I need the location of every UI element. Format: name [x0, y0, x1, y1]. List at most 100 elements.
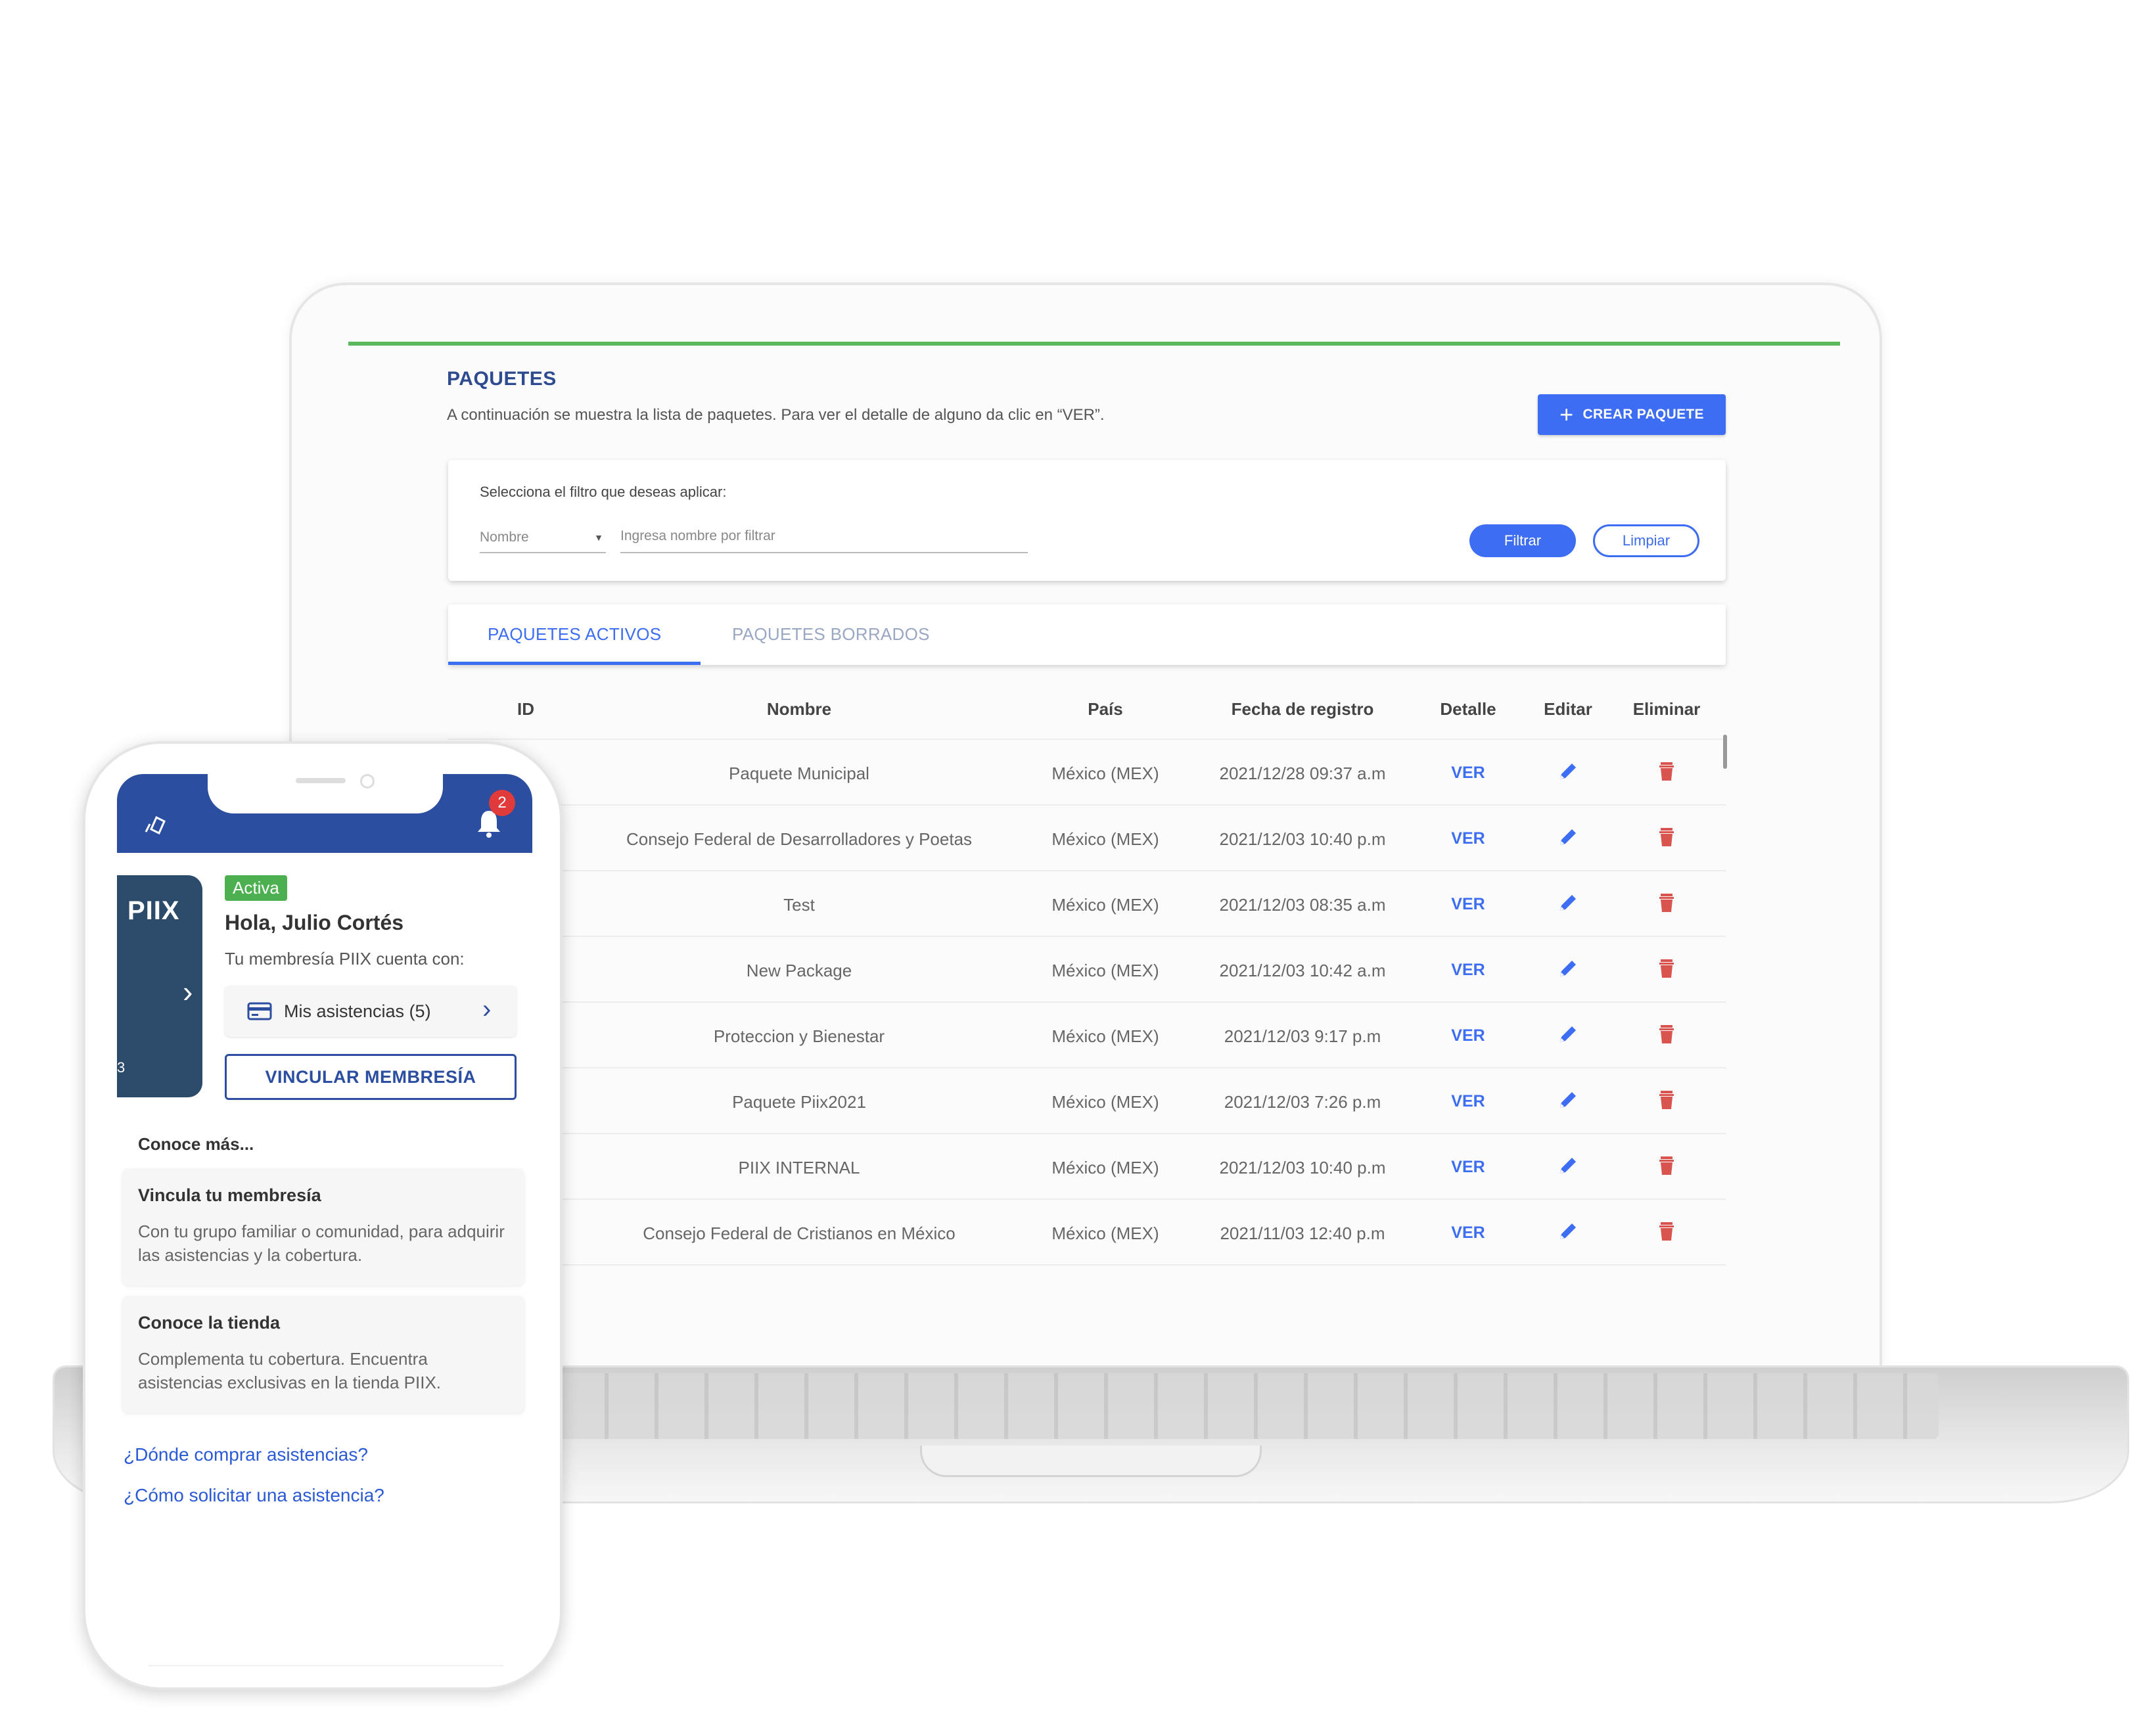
membership-card[interactable]: PIIX › 3 [117, 875, 202, 1097]
home-indicator [149, 1665, 503, 1666]
cell-date: 2021/12/03 10:42 a.m [1219, 961, 1386, 980]
link-membership-button[interactable]: VINCULAR MEMBRESÍA [225, 1054, 517, 1100]
cell-date: 2021/12/03 7:26 p.m [1224, 1092, 1381, 1112]
link-how-to-request[interactable]: ¿Cómo solicitar una asistencia? [124, 1485, 384, 1506]
laptop-keyboard [559, 1373, 1939, 1439]
view-detail-link[interactable]: VER [1451, 1223, 1485, 1243]
phone-speaker [296, 778, 346, 783]
table-row: Proteccion y Bienestar México (MEX) 2021/1… [448, 1003, 1726, 1068]
column-header-name: Nombre [766, 699, 832, 719]
cell-name: Proteccion y Bienestar [713, 1026, 885, 1046]
trash-icon[interactable] [1655, 760, 1678, 783]
section-title: Conoce más... [138, 1134, 254, 1154]
view-detail-link[interactable]: VER [1451, 1092, 1485, 1111]
view-detail-link[interactable]: VER [1451, 895, 1485, 914]
create-package-label: CREAR PAQUETE [1582, 407, 1704, 422]
info-card-link-membership[interactable]: Vincula tu membresía Con tu grupo famili… [122, 1168, 524, 1285]
laptop-notch [920, 1446, 1262, 1477]
table-row: 3New PackageMéxico (MEX)2021/12/03 10:42… [448, 937, 1726, 1003]
pencil-icon[interactable] [1556, 1022, 1580, 1046]
info-card-store[interactable]: Conoce la tienda Complementa tu cobertur… [122, 1296, 524, 1413]
cell-date: 2021/12/28 09:37 a.m [1219, 764, 1386, 783]
pencil-icon[interactable] [1556, 1154, 1580, 1177]
view-detail-link[interactable]: VER [1451, 1158, 1485, 1177]
trash-icon[interactable] [1655, 1088, 1678, 1112]
cell-name: New Package [746, 961, 852, 980]
cell-country: México (MEX) [1051, 1026, 1159, 1046]
trash-icon[interactable] [1655, 957, 1678, 980]
table-scrollbar[interactable] [1723, 735, 1727, 769]
status-badge: Activa [225, 875, 287, 901]
plus-icon: + [1559, 401, 1574, 428]
app-logo-icon[interactable] [142, 810, 171, 838]
table-row: 21Consejo Federal de Desarrolladores y P… [448, 806, 1726, 871]
filter-search-input[interactable]: Ingresa nombre por filtrar [620, 523, 1028, 553]
phone-camera [360, 774, 375, 788]
link-where-to-buy[interactable]: ¿Dónde comprar asistencias? [124, 1444, 368, 1465]
column-header-country: País [1088, 699, 1123, 719]
column-header-date: Fecha de registro [1231, 699, 1374, 719]
cell-country: México (MEX) [1051, 829, 1159, 849]
cell-country: México (MEX) [1051, 1223, 1159, 1243]
tab-active-packages[interactable]: PAQUETES ACTIVOS [488, 624, 661, 645]
filter-field-select[interactable]: Nombre ▼ [480, 523, 606, 553]
credit-card-icon [247, 1002, 272, 1020]
top-accent-bar [348, 342, 1840, 346]
trash-icon[interactable] [1655, 1154, 1678, 1177]
trash-icon[interactable] [1655, 1220, 1678, 1243]
info-card-description: Complementa tu cobertura. Encuentra asis… [138, 1349, 442, 1392]
cell-date: 2021/12/03 10:40 p.m [1219, 829, 1386, 849]
my-assistances-button[interactable]: Mis asistencias (5) › [225, 986, 517, 1037]
table-row: 21Consejo Federal de Cristianos en Méxic… [448, 1200, 1726, 1266]
trash-icon[interactable] [1655, 1022, 1678, 1046]
trash-icon[interactable] [1655, 891, 1678, 915]
cell-country: México (MEX) [1051, 1158, 1159, 1177]
card-brand: PIIX [127, 896, 180, 925]
packages-table: ID Nombre País Fecha de registro Detalle… [448, 677, 1726, 1266]
cell-date: 2021/11/03 12:40 p.m [1220, 1223, 1385, 1243]
cell-country: México (MEX) [1051, 961, 1159, 980]
card-digit: 3 [117, 1059, 126, 1076]
notification-badge: 2 [489, 790, 515, 816]
pencil-icon[interactable] [1556, 891, 1580, 915]
table-row: 021PIIX INTERNALMéxico (MEX)2021/12/03 1… [448, 1134, 1726, 1200]
column-header-edit: Editar [1544, 699, 1592, 719]
chevron-right-icon: › [482, 995, 492, 1024]
page-description: A continuación se muestra la lista de pa… [447, 406, 1105, 424]
pencil-icon[interactable] [1556, 825, 1580, 849]
active-tab-indicator [448, 662, 701, 665]
create-package-button[interactable]: + CREAR PAQUETE [1538, 394, 1726, 435]
filter-button[interactable]: Filtrar [1469, 524, 1576, 557]
cell-date: 2021/12/03 10:40 p.m [1219, 1158, 1386, 1177]
view-detail-link[interactable]: VER [1451, 829, 1485, 848]
pencil-icon[interactable] [1556, 1220, 1580, 1243]
phone-notch [208, 767, 443, 813]
admin-screen: PAQUETES A continuación se muestra la li… [348, 342, 1840, 1288]
trash-icon[interactable] [1655, 825, 1678, 849]
clear-button[interactable]: Limpiar [1593, 524, 1699, 557]
tabs-bar: PAQUETES ACTIVOS PAQUETES BORRADOS [448, 605, 1726, 665]
cell-name: Consejo Federal de Desarrolladores y Poe… [626, 829, 973, 849]
info-card-description: Con tu grupo familiar o comunidad, para … [138, 1222, 505, 1265]
column-header-delete: Eliminar [1632, 699, 1701, 719]
pencil-icon[interactable] [1556, 760, 1580, 783]
table-row: 2021Paquete MunicipalMéxico (MEX)2021/12… [448, 740, 1726, 806]
chevron-right-icon[interactable]: › [183, 974, 193, 1009]
cell-name: PIIX INTERNAL [738, 1158, 860, 1177]
page-title: PAQUETES [447, 368, 557, 390]
cell-name: Consejo Federal de Cristianos en México [643, 1223, 956, 1243]
caret-down-icon: ▼ [594, 532, 603, 543]
cell-name: Paquete Municipal [729, 764, 869, 783]
filter-label: Selecciona el filtro que deseas aplicar: [480, 484, 727, 500]
view-detail-link[interactable]: VER [1451, 1026, 1485, 1045]
greeting: Hola, Julio Cortés [225, 911, 404, 934]
cell-country: México (MEX) [1051, 1092, 1159, 1112]
view-detail-link[interactable]: VER [1451, 764, 1485, 783]
cell-date: 2021/12/03 08:35 a.m [1219, 895, 1386, 915]
pencil-icon[interactable] [1556, 1088, 1580, 1112]
pencil-icon[interactable] [1556, 957, 1580, 980]
column-header-detail: Detalle [1440, 699, 1496, 719]
view-detail-link[interactable]: VER [1451, 961, 1485, 980]
tab-deleted-packages[interactable]: PAQUETES BORRADOS [732, 624, 930, 645]
info-card-title: Vincula tu membresía [138, 1185, 321, 1205]
